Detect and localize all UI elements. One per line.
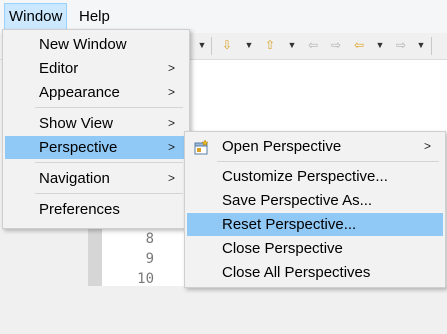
window-menu[interactable]: Window — [4, 3, 68, 30]
dropdown-arrow-icon[interactable]: ▼ — [287, 36, 297, 54]
menu-item-label: Editor — [39, 60, 79, 77]
menu-item-label: Customize Perspective... — [222, 168, 388, 185]
line-number: 8 — [145, 231, 154, 247]
menu-item-new-window[interactable]: New Window — [5, 33, 187, 56]
line-number: 10 — [137, 271, 154, 287]
menu-item-close-all-perspectives[interactable]: Close All Perspectives — [187, 261, 443, 284]
submenu-arrow-icon: > — [423, 139, 431, 153]
toolbar-separator — [211, 37, 212, 55]
dropdown-arrow-icon[interactable]: ▼ — [244, 36, 254, 54]
menu-item-editor[interactable]: Editor > — [5, 57, 187, 80]
menu-item-close-perspective[interactable]: Close Perspective — [187, 237, 443, 260]
menu-item-perspective[interactable]: Perspective > — [5, 136, 187, 159]
dropdown-arrow-icon[interactable]: ▼ — [416, 36, 426, 54]
submenu-arrow-icon: > — [167, 140, 175, 154]
forward-icon[interactable]: ⇨ — [392, 36, 410, 54]
toolbar-separator — [431, 37, 432, 55]
menu-item-preferences[interactable]: Preferences — [5, 198, 187, 221]
forward-edit-icon[interactable]: ⇨ — [327, 36, 345, 54]
menu-item-label: Appearance — [39, 84, 120, 101]
previous-annotation-icon[interactable]: ⇧ — [261, 36, 279, 54]
menu-separator — [35, 193, 183, 194]
menu-item-label: New Window — [39, 36, 127, 53]
submenu-arrow-icon: > — [167, 61, 175, 75]
submenu-arrow-icon: > — [167, 85, 175, 99]
menu-separator — [35, 107, 183, 108]
dropdown-arrow-icon[interactable]: ▼ — [375, 36, 385, 54]
menu-item-reset-perspective[interactable]: Reset Perspective... — [187, 213, 443, 236]
menu-item-label: Open Perspective — [222, 138, 342, 155]
menu-item-navigation[interactable]: Navigation > — [5, 167, 187, 190]
menu-item-open-perspective[interactable]: Open Perspective > — [187, 135, 443, 158]
menu-item-label: Preferences — [39, 201, 120, 218]
menu-item-label: Navigation — [39, 170, 110, 187]
help-menu[interactable]: Help — [75, 4, 114, 29]
menu-item-customize-perspective[interactable]: Customize Perspective... — [187, 165, 443, 188]
back-icon[interactable]: ⇦ — [350, 36, 368, 54]
perspective-submenu: Open Perspective > Customize Perspective… — [184, 131, 446, 288]
menu-item-label: Close Perspective — [222, 240, 343, 257]
window-dropdown-menu: New Window Editor > Appearance > Show Vi… — [2, 29, 190, 229]
last-edit-location-icon[interactable]: ⇦ — [304, 36, 322, 54]
menu-item-show-view[interactable]: Show View > — [5, 112, 187, 135]
menu-item-label: Close All Perspectives — [222, 264, 371, 281]
submenu-arrow-icon: > — [167, 116, 175, 130]
menu-item-label: Reset Perspective... — [222, 216, 357, 233]
menu-item-label: Save Perspective As... — [222, 192, 373, 209]
menu-item-label: Show View — [39, 115, 113, 132]
menu-item-appearance[interactable]: Appearance > — [5, 81, 187, 104]
line-number: 9 — [145, 251, 154, 267]
editor-ruler — [88, 228, 102, 286]
submenu-arrow-icon: > — [167, 171, 175, 185]
menu-separator — [35, 162, 183, 163]
menu-item-label: Perspective — [39, 139, 118, 156]
next-annotation-icon[interactable]: ⇩ — [218, 36, 236, 54]
open-perspective-icon — [194, 139, 209, 155]
menu-separator — [217, 161, 439, 162]
dropdown-arrow-icon[interactable]: ▼ — [197, 36, 207, 54]
menu-item-save-perspective-as[interactable]: Save Perspective As... — [187, 189, 443, 212]
